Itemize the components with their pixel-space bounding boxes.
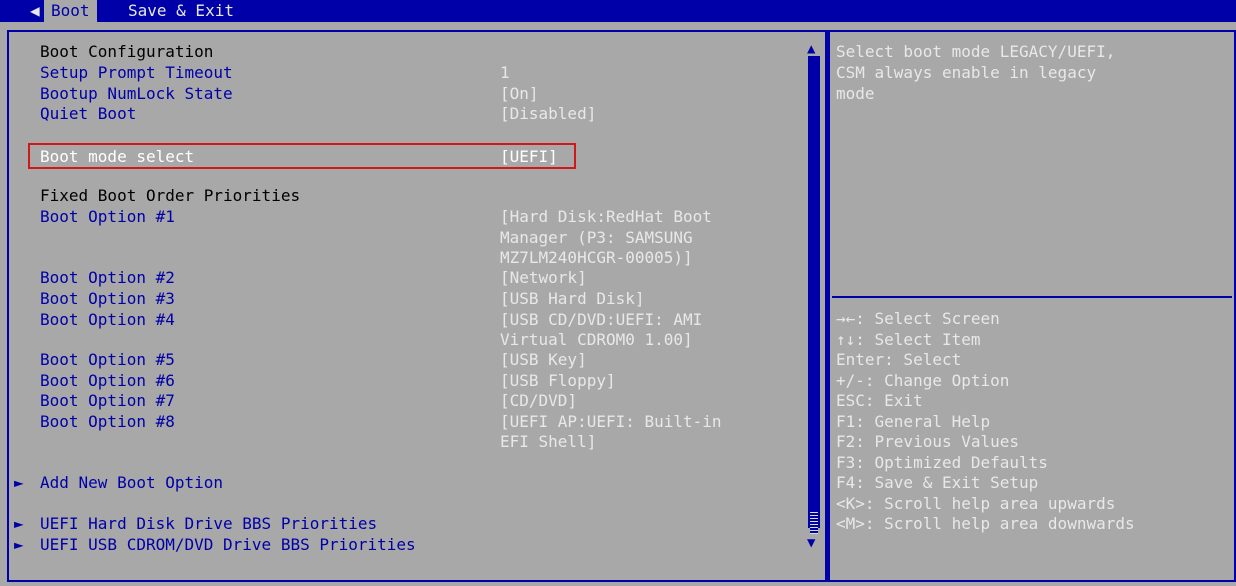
key-hint-scroll-up: <K>: Scroll help area upwards: [836, 494, 1116, 513]
boot-mode-select-row[interactable]: Boot mode select [UEFI]: [28, 143, 576, 169]
key-hint-f2: F2: Previous Values: [836, 432, 1020, 451]
boot-option-5-value[interactable]: [USB Key]: [500, 350, 587, 370]
boot-option-7-value[interactable]: [CD/DVD]: [500, 391, 577, 411]
help-description-line1: Select boot mode LEGACY/UEFI,: [836, 42, 1116, 61]
submenu-arrow-icon: ►: [14, 473, 24, 492]
boot-option-8-value-line2[interactable]: EFI Shell]: [500, 432, 596, 452]
quiet-boot-label[interactable]: Quiet Boot: [40, 104, 136, 124]
boot-mode-select-value[interactable]: [UEFI]: [500, 147, 558, 167]
boot-option-1-value-line2[interactable]: Manager (P3: SAMSUNG: [500, 228, 693, 248]
key-hint-esc: ESC: Exit: [836, 391, 923, 410]
section-fixed-boot-order: Fixed Boot Order Priorities: [40, 186, 301, 205]
boot-option-3-value[interactable]: [USB Hard Disk]: [500, 289, 645, 309]
key-hint-enter: Enter: Select: [836, 350, 962, 369]
panel-divider: [827, 30, 830, 582]
boot-option-1-value-line3[interactable]: MZ7LM240HCGR-00005)]: [500, 248, 693, 268]
bootup-numlock-state-label[interactable]: Bootup NumLock State: [40, 84, 233, 104]
boot-option-2-label[interactable]: Boot Option #2: [40, 268, 175, 288]
key-hint-select-item: ↑↓: Select Item: [836, 330, 981, 349]
key-hint-scroll-down: <M>: Scroll help area downwards: [836, 514, 1135, 533]
quiet-boot-value[interactable]: [Disabled]: [500, 104, 596, 124]
scrollbar-track[interactable]: [808, 56, 820, 528]
top-menu-bar: ◀ Boot Save & Exit: [0, 0, 1236, 22]
key-hint-change-option: +/-: Change Option: [836, 371, 1010, 390]
boot-option-8-label[interactable]: Boot Option #8: [40, 412, 175, 432]
boot-option-4-label[interactable]: Boot Option #4: [40, 310, 175, 330]
boot-mode-select-label[interactable]: Boot mode select: [40, 147, 194, 167]
scroll-up-arrow-icon[interactable]: ▲: [807, 42, 815, 56]
boot-option-8-value-line1[interactable]: [UEFI AP:UEFI: Built-in: [500, 412, 722, 432]
key-hint-f1: F1: General Help: [836, 412, 991, 431]
boot-option-2-value[interactable]: [Network]: [500, 268, 587, 288]
tab-boot[interactable]: Boot: [44, 0, 97, 22]
help-divider: [832, 296, 1232, 298]
boot-option-6-label[interactable]: Boot Option #6: [40, 371, 175, 391]
tab-left-arrow-icon: ◀: [30, 1, 40, 20]
setup-prompt-timeout-label[interactable]: Setup Prompt Timeout: [40, 63, 233, 83]
uefi-hdd-bbs-priorities-link[interactable]: UEFI Hard Disk Drive BBS Priorities: [40, 514, 377, 534]
boot-option-1-label[interactable]: Boot Option #1: [40, 207, 175, 227]
boot-option-4-value-line2[interactable]: Virtual CDROM0 1.00]: [500, 330, 693, 350]
setup-prompt-timeout-value[interactable]: 1: [500, 63, 510, 83]
key-hint-f4: F4: Save & Exit Setup: [836, 473, 1039, 492]
uefi-usb-cdrom-bbs-priorities-link[interactable]: UEFI USB CDROM/DVD Drive BBS Priorities: [40, 535, 416, 555]
scrollbar-thumb[interactable]: [810, 512, 818, 534]
help-description-line2: CSM always enable in legacy: [836, 63, 1097, 82]
key-hint-f3: F3: Optimized Defaults: [836, 453, 1048, 472]
submenu-arrow-icon: ►: [14, 514, 24, 533]
scroll-down-arrow-icon[interactable]: ▼: [807, 536, 815, 550]
bootup-numlock-state-value[interactable]: [On]: [500, 84, 539, 104]
boot-option-5-label[interactable]: Boot Option #5: [40, 350, 175, 370]
boot-option-4-value-line1[interactable]: [USB CD/DVD:UEFI: AMI: [500, 310, 702, 330]
section-boot-configuration: Boot Configuration: [40, 42, 214, 61]
add-new-boot-option-link[interactable]: Add New Boot Option: [40, 473, 223, 493]
help-description-line3: mode: [836, 84, 875, 103]
key-hint-select-screen: →←: Select Screen: [836, 309, 1000, 328]
boot-option-1-value-line1[interactable]: [Hard Disk:RedHat Boot: [500, 207, 712, 227]
submenu-arrow-icon: ►: [14, 535, 24, 554]
boot-option-7-label[interactable]: Boot Option #7: [40, 391, 175, 411]
boot-option-3-label[interactable]: Boot Option #3: [40, 289, 175, 309]
tab-save-exit[interactable]: Save & Exit: [128, 0, 234, 22]
boot-option-6-value[interactable]: [USB Floppy]: [500, 371, 616, 391]
